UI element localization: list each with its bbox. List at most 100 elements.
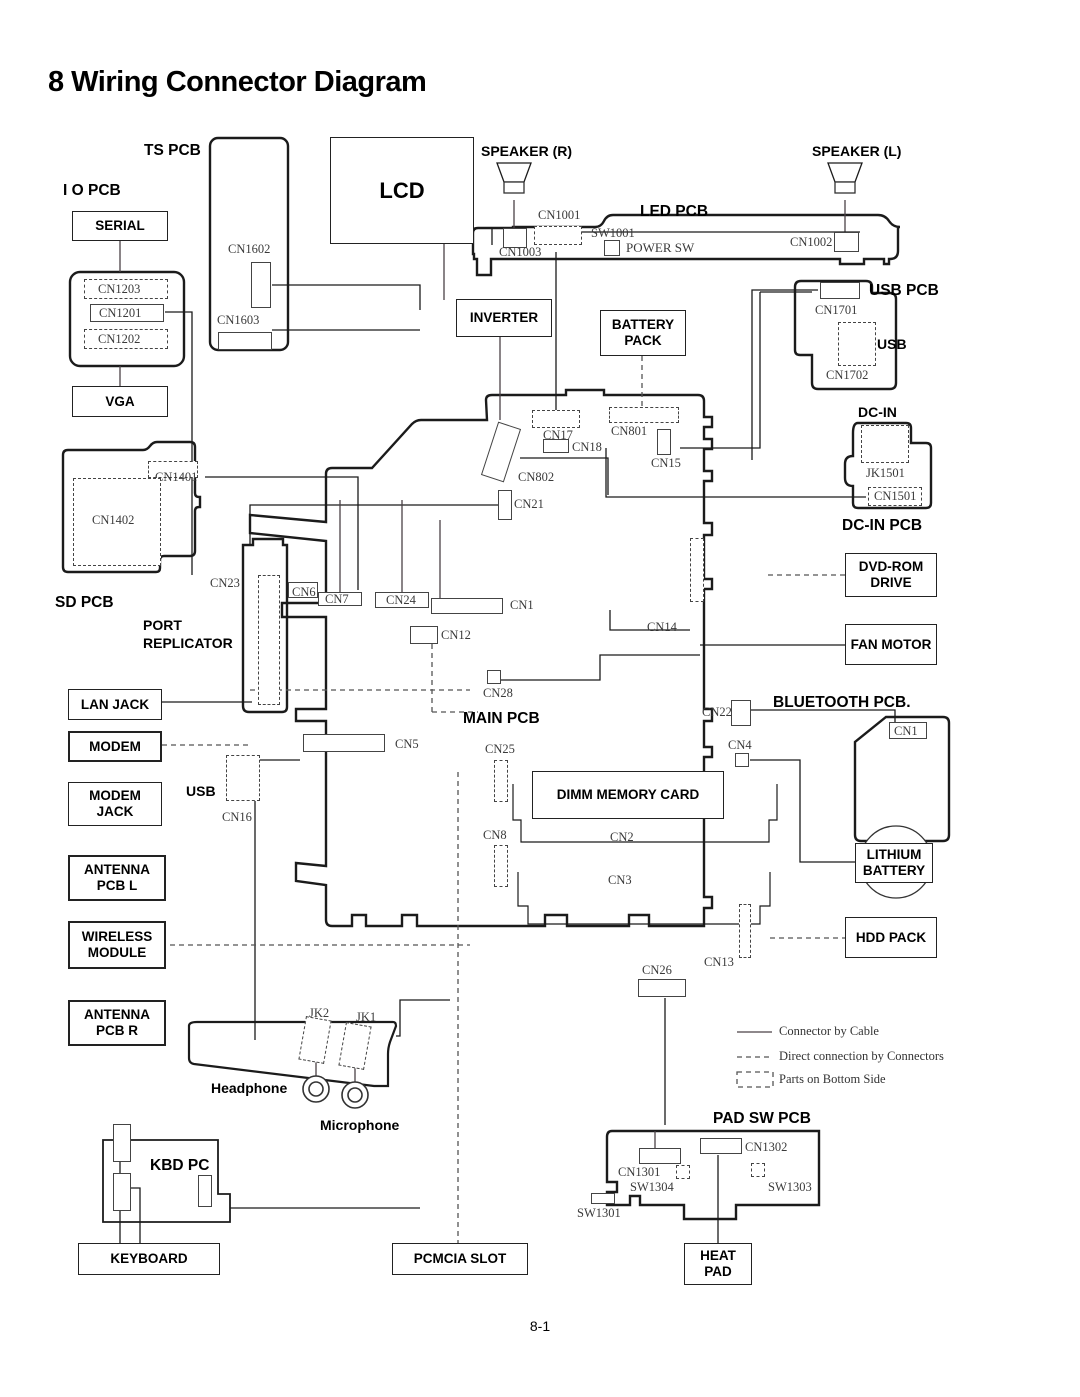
- block-keyboard[interactable]: KEYBOARD: [78, 1243, 220, 1275]
- label-cn1603: CN1603: [217, 313, 260, 327]
- heading-dc-in: DC-IN: [858, 404, 897, 420]
- label-cn802: CN802: [518, 470, 555, 484]
- block-hdd-pack[interactable]: HDD PACK: [845, 917, 937, 958]
- label-cn1302: CN1302: [745, 1140, 788, 1154]
- label-cn3: CN3: [608, 873, 632, 887]
- pad-cn1002[interactable]: [834, 232, 859, 252]
- pad-cn15[interactable]: [657, 429, 671, 455]
- pad-cn1302[interactable]: [700, 1138, 742, 1154]
- pad-cn14[interactable]: [690, 538, 704, 602]
- block-modem-jack[interactable]: MODEM JACK: [68, 782, 162, 826]
- block-inverter[interactable]: INVERTER: [456, 299, 552, 337]
- pad-cn16[interactable]: [226, 755, 260, 801]
- label-cn7: CN7: [325, 592, 349, 606]
- pad-cn22[interactable]: [731, 700, 751, 726]
- pad-cn18[interactable]: [543, 439, 569, 453]
- pad-cn4[interactable]: [735, 753, 749, 767]
- label-cn25: CN25: [485, 742, 515, 756]
- block-wireless-module[interactable]: WIRELESS MODULE: [68, 921, 166, 969]
- legend-bottom: Parts on Bottom Side: [779, 1072, 886, 1086]
- pad-cn801[interactable]: [609, 407, 679, 423]
- pad-kbd-bottom[interactable]: [113, 1173, 131, 1211]
- heading-usb-pcb: USB PCB: [869, 282, 939, 299]
- pad-jk1501[interactable]: [861, 425, 909, 463]
- pad-cn25[interactable]: [494, 760, 508, 802]
- block-dimm-memory-card[interactable]: DIMM MEMORY CARD: [532, 771, 724, 819]
- label-cn8: CN8: [483, 828, 507, 842]
- label-cn23: CN23: [210, 576, 240, 590]
- pad-cn5[interactable]: [303, 734, 385, 752]
- heading-led-pcb: LED PCB: [640, 203, 709, 220]
- heading-speaker-l: SPEAKER (L): [812, 143, 902, 159]
- pad-cn28[interactable]: [487, 670, 501, 684]
- power-sw-pad[interactable]: [604, 240, 620, 256]
- block-serial[interactable]: SERIAL: [72, 211, 168, 241]
- heading-io-pcb: I O PCB: [63, 182, 121, 199]
- pad-cn1301[interactable]: [639, 1148, 681, 1164]
- pad-kbd-right[interactable]: [198, 1175, 212, 1207]
- label-cn18: CN18: [572, 440, 602, 454]
- pad-cn1603[interactable]: [218, 332, 272, 350]
- label-cn12: CN12: [441, 628, 471, 642]
- heading-bluetooth-pcb: BLUETOOTH PCB.: [773, 694, 911, 711]
- label-cn22: CN22: [702, 705, 732, 719]
- label-cn13: CN13: [704, 955, 734, 969]
- label-microphone: Microphone: [320, 1117, 400, 1133]
- label-cn1-main: CN1: [510, 598, 534, 612]
- pad-cn8[interactable]: [494, 845, 508, 887]
- heading-kbd-pcb: KBD PC: [150, 1157, 210, 1174]
- label-sw1001: SW1001: [591, 226, 635, 240]
- pad-jk2[interactable]: [298, 1016, 332, 1064]
- label-usb-bottom: USB: [877, 336, 907, 352]
- block-pcmcia-slot[interactable]: PCMCIA SLOT: [392, 1243, 528, 1275]
- pad-kbd-top[interactable]: [113, 1124, 131, 1162]
- label-jk2: JK2: [309, 1006, 330, 1020]
- label-cn6: CN6: [292, 585, 316, 599]
- pad-cn17[interactable]: [532, 410, 580, 428]
- label-sw1304: SW1304: [630, 1180, 674, 1194]
- label-jk1501: JK1501: [866, 466, 905, 480]
- block-modem[interactable]: MODEM: [68, 731, 162, 762]
- pad-cn1702[interactable]: [838, 322, 876, 366]
- pad-cn13[interactable]: [739, 904, 751, 958]
- label-cn801: CN801: [611, 424, 648, 438]
- block-battery-pack[interactable]: BATTERY PACK: [600, 310, 686, 356]
- block-vga[interactable]: VGA: [72, 386, 168, 417]
- pad-cn23[interactable]: [258, 575, 280, 705]
- pad-cn802[interactable]: [480, 421, 522, 483]
- pad-cn21[interactable]: [498, 490, 512, 520]
- pad-sw1303[interactable]: [751, 1163, 765, 1177]
- pad-cn12[interactable]: [410, 626, 438, 644]
- pad-cn26[interactable]: [638, 979, 686, 997]
- block-heat-pad[interactable]: HEAT PAD: [684, 1243, 752, 1285]
- pad-cn1701[interactable]: [820, 282, 860, 299]
- label-cn1203: CN1203: [98, 282, 141, 296]
- pad-cn1-main[interactable]: [431, 598, 503, 614]
- block-dvd-rom-drive[interactable]: DVD-ROM DRIVE: [845, 553, 937, 597]
- label-power-sw: POWER SW: [626, 240, 695, 255]
- label-usb-main: USB: [186, 783, 216, 799]
- heading-dc-in-pcb: DC-IN PCB: [842, 517, 923, 534]
- label-headphone: Headphone: [211, 1080, 288, 1096]
- heading-port-replicator: PORT REPLICATOR: [143, 617, 233, 651]
- block-lithium-battery[interactable]: LITHIUM BATTERY: [855, 843, 933, 883]
- pad-sw1301[interactable]: [591, 1193, 615, 1204]
- page-footer: 8-1: [529, 1318, 551, 1334]
- heading-speaker-r: SPEAKER (R): [481, 143, 573, 159]
- label-cn1702: CN1702: [826, 368, 869, 382]
- legend-cable: Connector by Cable: [779, 1024, 879, 1038]
- label-cn1301: CN1301: [618, 1165, 661, 1179]
- label-cn5: CN5: [395, 737, 419, 751]
- pad-jk1[interactable]: [338, 1022, 372, 1070]
- block-lan-jack[interactable]: LAN JACK: [68, 689, 162, 720]
- block-fan-motor[interactable]: FAN MOTOR: [845, 624, 937, 665]
- label-sw1301: SW1301: [577, 1206, 621, 1220]
- block-lcd[interactable]: LCD: [330, 137, 474, 244]
- block-antenna-pcb-r[interactable]: ANTENNA PCB R: [68, 1000, 166, 1046]
- pad-cn1602[interactable]: [251, 262, 271, 308]
- pad-sw1304[interactable]: [676, 1165, 690, 1179]
- label-cn1701: CN1701: [815, 303, 858, 317]
- block-antenna-pcb-l[interactable]: ANTENNA PCB L: [68, 855, 166, 901]
- label-cn24: CN24: [386, 593, 416, 607]
- pad-cn1001[interactable]: [534, 226, 582, 245]
